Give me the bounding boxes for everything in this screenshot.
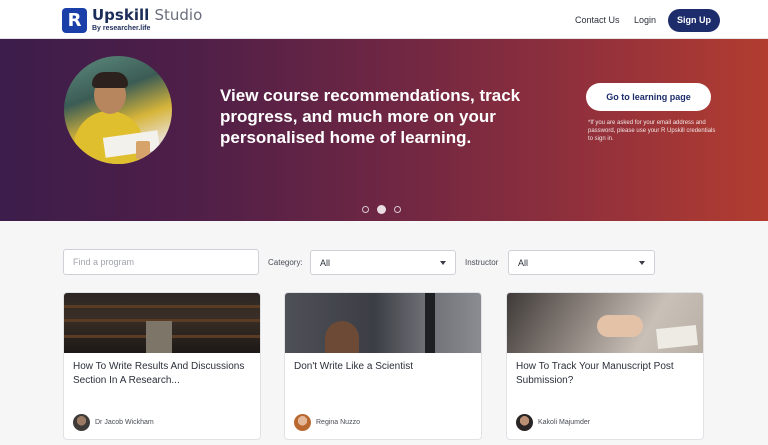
instructor-name: Regina Nuzzo [316, 419, 360, 426]
course-card[interactable]: Don't Write Like a Scientist Regina Nuzz… [284, 292, 482, 440]
course-title: How To Write Results And Discussions Sec… [73, 361, 245, 386]
page: R Upskill Studio By researcher.life Cont… [0, 0, 768, 445]
course-title: Don't Write Like a Scientist [294, 361, 413, 372]
hero-banner: View course recommendations, track progr… [0, 39, 768, 221]
thumbnail-hand [597, 315, 643, 337]
category-label: Category: [268, 258, 303, 267]
carousel-dot-2[interactable] [377, 205, 386, 214]
logo-name-studio: Studio [154, 6, 203, 24]
thumbnail-shelf [64, 305, 260, 308]
instructor-select[interactable]: All [508, 250, 655, 275]
carousel-dot-1[interactable] [362, 206, 369, 213]
course-thumbnail [507, 293, 703, 353]
logo-text: Upskill Studio By researcher.life [92, 8, 202, 33]
top-header: R Upskill Studio By researcher.life Cont… [0, 0, 768, 39]
course-thumbnail [285, 293, 481, 353]
avatar [73, 414, 90, 431]
go-to-learning-page-button[interactable]: Go to learning page [586, 83, 711, 111]
instructor-label: Instructor [465, 258, 499, 267]
photo-cup [136, 141, 150, 159]
sign-in-note: *If you are asked for your email address… [588, 120, 716, 142]
avatar [516, 414, 533, 431]
carousel-dot-3[interactable] [394, 206, 401, 213]
course-title: How To Track Your Manuscript Post Submis… [516, 361, 674, 386]
caret-down-icon [639, 261, 645, 265]
caret-down-icon [440, 261, 446, 265]
logo-mark-icon: R [62, 7, 87, 33]
photo-hair [92, 72, 128, 88]
logo-subtitle: By researcher.life [92, 25, 151, 32]
logo-name-upskill: Upskill [92, 6, 150, 24]
avatar [294, 414, 311, 431]
sign-up-button[interactable]: Sign Up [668, 9, 720, 32]
course-instructor: Kakoli Majumder [516, 414, 590, 431]
thumbnail-book [656, 324, 698, 350]
find-program-search-input[interactable] [63, 249, 259, 275]
contact-us-link[interactable]: Contact Us [575, 15, 620, 25]
thumbnail-window [146, 321, 172, 353]
course-thumbnail [64, 293, 260, 353]
course-instructor: Regina Nuzzo [294, 414, 360, 431]
logo[interactable]: R Upskill Studio By researcher.life [62, 6, 202, 34]
course-card[interactable]: How To Write Results And Discussions Sec… [63, 292, 261, 440]
login-link[interactable]: Login [634, 15, 656, 25]
thumbnail-pole [425, 293, 435, 353]
logo-name: Upskill Studio [92, 8, 202, 23]
hero-title: View course recommendations, track progr… [220, 86, 521, 147]
instructor-name: Dr Jacob Wickham [95, 419, 154, 426]
course-instructor: Dr Jacob Wickham [73, 414, 154, 431]
instructor-name: Kakoli Majumder [538, 419, 591, 426]
category-select[interactable]: All [310, 250, 456, 275]
instructor-select-value: All [518, 258, 529, 268]
carousel-dots [362, 205, 401, 214]
thumbnail-person [325, 321, 359, 353]
hero-photo [64, 56, 172, 164]
course-card[interactable]: How To Track Your Manuscript Post Submis… [506, 292, 704, 440]
category-select-value: All [320, 258, 331, 268]
